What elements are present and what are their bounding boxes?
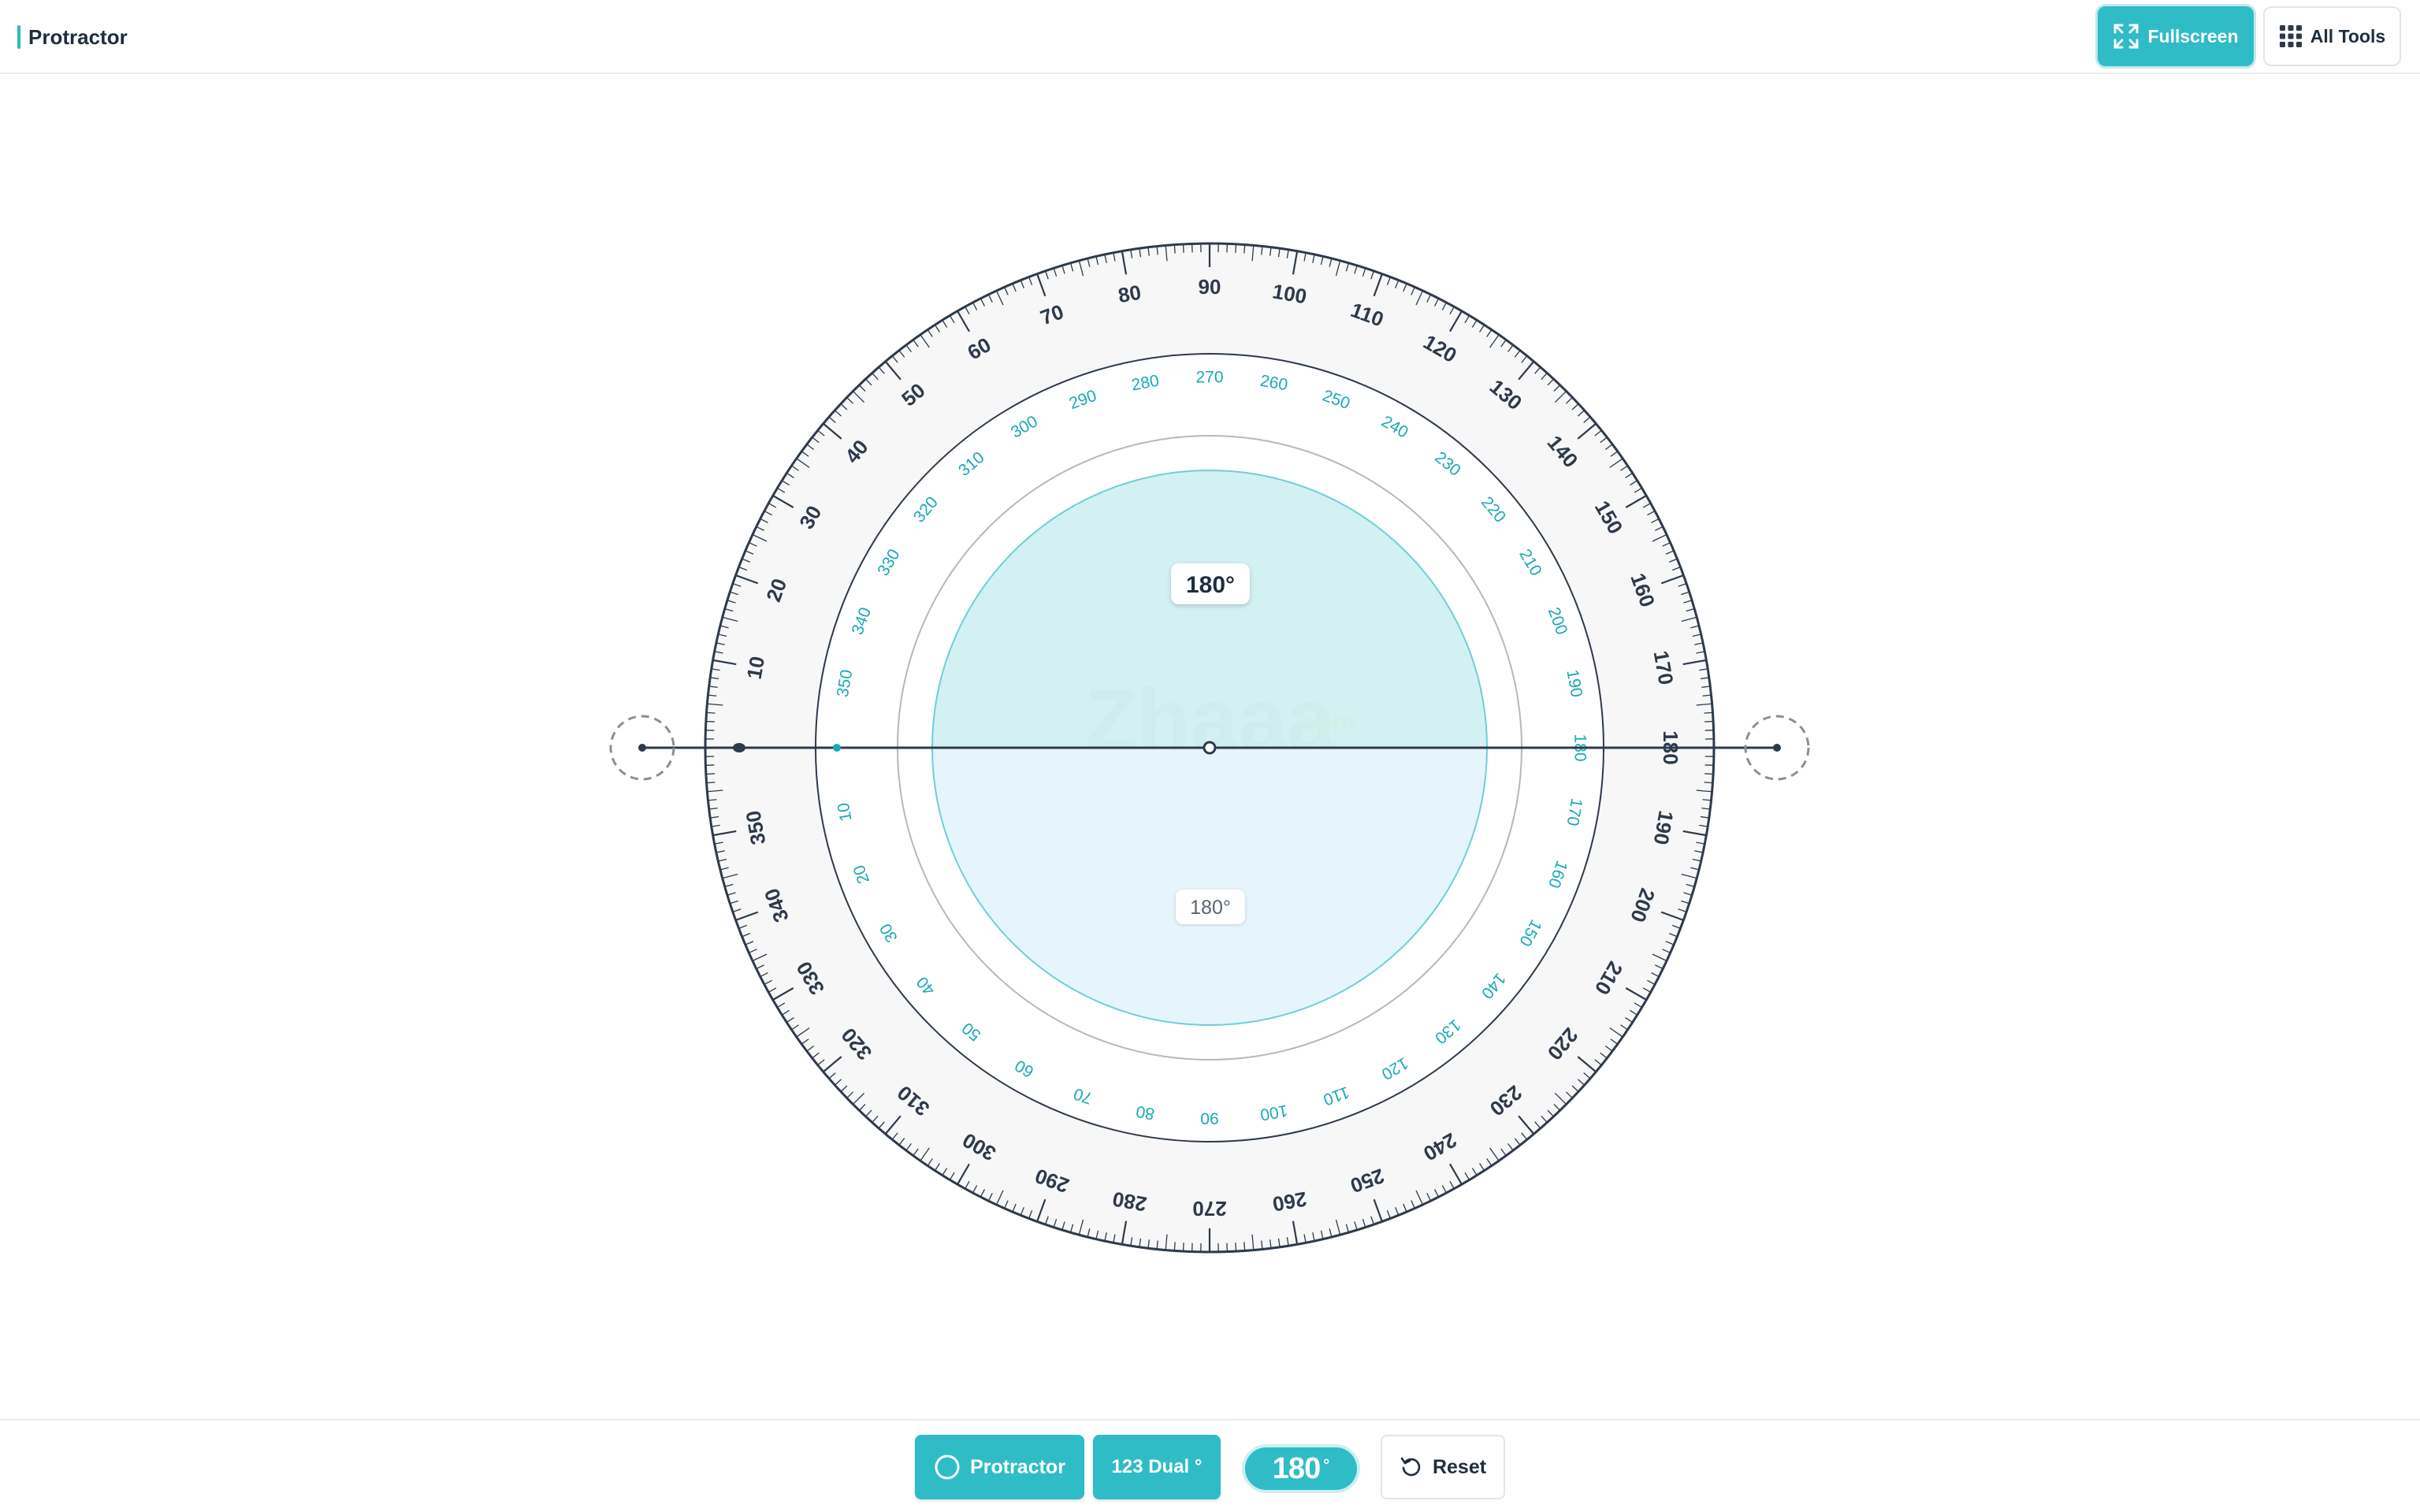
inner-scale-label: 90 xyxy=(1200,1109,1218,1127)
angle-unit: ° xyxy=(1323,1456,1330,1474)
angle-readout: 180 ° xyxy=(1245,1447,1357,1490)
outer-scale-label: 270 xyxy=(1192,1197,1226,1220)
tick-mark xyxy=(1704,711,1713,714)
zero-marker xyxy=(733,743,745,752)
dual-scale-label: 123 Dual ° xyxy=(1111,1456,1203,1477)
left-handle-dot xyxy=(638,744,646,752)
dual-scale-button[interactable]: 123 Dual ° xyxy=(1093,1435,1221,1499)
all-tools-label: All Tools xyxy=(2310,25,2386,46)
tick-mark xyxy=(705,720,715,723)
inner-scale-label: 80 xyxy=(1135,1102,1156,1124)
fullscreen-button[interactable]: Fullscreen xyxy=(2098,6,2254,66)
app-title: Protractor xyxy=(28,24,128,49)
tick-mark xyxy=(1173,1242,1176,1251)
outer-scale-label: 10 xyxy=(742,655,770,682)
tick-mark xyxy=(706,782,716,784)
grid-icon xyxy=(2279,25,2302,47)
tick-mark xyxy=(705,773,715,775)
inner-zero-marker xyxy=(833,744,841,752)
inner-scale-label: 270 xyxy=(1195,369,1223,387)
outer-scale-label: 80 xyxy=(1117,280,1143,308)
tick-mark xyxy=(1704,782,1713,784)
watermark-suffix: com xyxy=(1300,708,1355,738)
right-handle-dot xyxy=(1773,744,1781,752)
bottom-toolbar: Protractor 123 Dual ° 180 ° Reset xyxy=(0,1419,2420,1512)
reset-icon xyxy=(1400,1455,1423,1479)
tick-mark xyxy=(1704,773,1714,775)
protractor[interactable]: Zhaaa com 1020304050607080 90 100110120130… xyxy=(0,76,2420,1420)
expand-icon xyxy=(2113,24,2139,49)
tick-mark xyxy=(1243,244,1246,254)
watermark: Zhaaa com xyxy=(1084,671,1355,768)
protractor-mode-label: Protractor xyxy=(970,1455,1065,1478)
center-point xyxy=(1203,741,1217,755)
reset-label: Reset xyxy=(1432,1455,1487,1478)
app-brand: Protractor xyxy=(17,24,128,50)
tick-mark xyxy=(1704,720,1714,723)
tick-mark xyxy=(706,711,716,714)
tick-mark xyxy=(1243,1242,1246,1251)
tick-mark xyxy=(1173,244,1176,254)
all-tools-button[interactable]: All Tools xyxy=(2263,6,2401,66)
brand-accent xyxy=(17,25,20,49)
protractor-mode-button[interactable]: Protractor xyxy=(915,1435,1084,1499)
circle-icon xyxy=(934,1454,961,1480)
outer-scale-label: 90 xyxy=(1199,275,1221,299)
inner-scale-label: 10 xyxy=(835,801,856,823)
top-angle-label: 180° xyxy=(1186,572,1235,598)
fullscreen-label: Fullscreen xyxy=(2147,25,2239,46)
reset-button[interactable]: Reset xyxy=(1381,1435,1505,1499)
protractor-stage: Zhaaa com 10 20 30 40 50 60 70 80 90 100 110 120 130… xyxy=(0,76,2420,1420)
top-bar: Protractor Fullscreen All Tools xyxy=(0,0,2420,74)
angle-value: 180 xyxy=(1272,1451,1321,1485)
bottom-angle-label: 180° xyxy=(1190,897,1231,919)
